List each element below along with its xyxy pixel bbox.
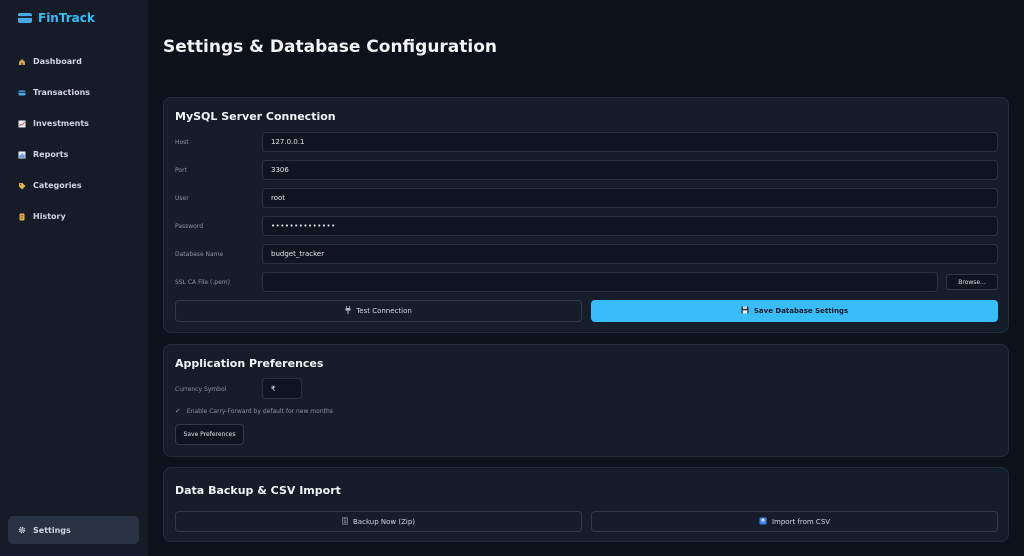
sidebar-item-dashboard[interactable]: Dashboard bbox=[8, 46, 139, 77]
checkmark-icon: ✓ bbox=[175, 407, 181, 415]
backup-now-label: Backup Now (Zip) bbox=[353, 517, 415, 526]
currency-symbol-label: Currency Symbol bbox=[175, 386, 227, 393]
app-name: FinTrack bbox=[38, 11, 95, 25]
database-name-label: Database Name bbox=[175, 251, 224, 258]
floppy-disk-icon bbox=[741, 306, 749, 316]
port-field[interactable]: 3306 bbox=[262, 160, 998, 180]
ssl-ca-label: SSL CA File (.pem) bbox=[175, 279, 230, 286]
sidebar-item-transactions[interactable]: Transactions bbox=[8, 77, 139, 108]
credit-card-icon bbox=[18, 89, 26, 97]
scroll-icon bbox=[18, 213, 26, 221]
save-preferences-button[interactable]: Save Preferences bbox=[175, 424, 244, 445]
carry-forward-checkbox[interactable]: ✓ Enable Carry-Forward by default for ne… bbox=[175, 407, 333, 415]
sidebar-item-label: History bbox=[33, 212, 66, 221]
data-backup-card: Data Backup & CSV Import Backup Now (Zip… bbox=[163, 467, 1009, 542]
card-title: Application Preferences bbox=[175, 357, 324, 370]
password-label: Password bbox=[175, 223, 204, 230]
sidebar-item-label: Investments bbox=[33, 119, 89, 128]
zip-icon bbox=[342, 516, 348, 527]
browse-button[interactable]: Browse... bbox=[946, 274, 998, 290]
host-label: Host bbox=[175, 139, 189, 146]
database-name-field[interactable]: budget_tracker bbox=[262, 244, 998, 264]
sidebar-item-categories[interactable]: Categories bbox=[8, 170, 139, 201]
credit-card-icon bbox=[18, 13, 32, 23]
carry-forward-label: Enable Carry-Forward by default for new … bbox=[186, 407, 333, 415]
card-title: Data Backup & CSV Import bbox=[175, 484, 341, 497]
backup-now-button[interactable]: Backup Now (Zip) bbox=[175, 511, 582, 532]
tag-icon bbox=[18, 182, 26, 190]
gear-icon bbox=[18, 526, 26, 534]
test-connection-button[interactable]: Test Connection bbox=[175, 300, 582, 322]
card-title: MySQL Server Connection bbox=[175, 110, 336, 123]
ssl-ca-field[interactable] bbox=[262, 272, 938, 292]
port-label: Port bbox=[175, 167, 187, 174]
sidebar-item-label: Transactions bbox=[33, 88, 91, 97]
sidebar-item-history[interactable]: History bbox=[8, 201, 139, 232]
app-logo[interactable]: FinTrack bbox=[18, 11, 95, 25]
sidebar-item-label: Reports bbox=[33, 150, 69, 159]
user-field[interactable]: root bbox=[262, 188, 998, 208]
mysql-connection-card: MySQL Server Connection Host 127.0.0.1 P… bbox=[163, 97, 1009, 333]
sidebar-nav: Dashboard Transactions Investments Repor… bbox=[8, 46, 139, 232]
sidebar-item-label: Dashboard bbox=[33, 57, 82, 66]
application-preferences-card: Application Preferences Currency Symbol … bbox=[163, 344, 1009, 457]
import-icon bbox=[759, 517, 767, 527]
user-label: User bbox=[175, 195, 189, 202]
save-database-settings-button[interactable]: Save Database Settings bbox=[591, 300, 998, 322]
test-connection-label: Test Connection bbox=[356, 307, 412, 315]
import-csv-button[interactable]: Import from CSV bbox=[591, 511, 998, 532]
page-title: Settings & Database Configuration bbox=[163, 37, 498, 57]
plug-icon bbox=[345, 306, 351, 316]
import-csv-label: Import from CSV bbox=[771, 517, 831, 526]
host-field[interactable]: 127.0.0.1 bbox=[262, 132, 998, 152]
sidebar-item-settings[interactable]: Settings bbox=[8, 516, 139, 544]
sidebar: FinTrack Dashboard Transactions Investme… bbox=[0, 0, 148, 556]
password-field[interactable]: •••••••••••••• bbox=[262, 216, 998, 236]
sidebar-item-label: Settings bbox=[33, 525, 71, 535]
currency-symbol-field[interactable]: ₹ bbox=[262, 378, 302, 399]
bar-chart-icon bbox=[18, 151, 26, 159]
house-icon bbox=[18, 58, 26, 66]
save-database-settings-label: Save Database Settings bbox=[753, 307, 849, 315]
sidebar-item-reports[interactable]: Reports bbox=[8, 139, 139, 170]
sidebar-item-investments[interactable]: Investments bbox=[8, 108, 139, 139]
sidebar-item-label: Categories bbox=[33, 181, 82, 190]
chart-icon bbox=[18, 120, 26, 128]
